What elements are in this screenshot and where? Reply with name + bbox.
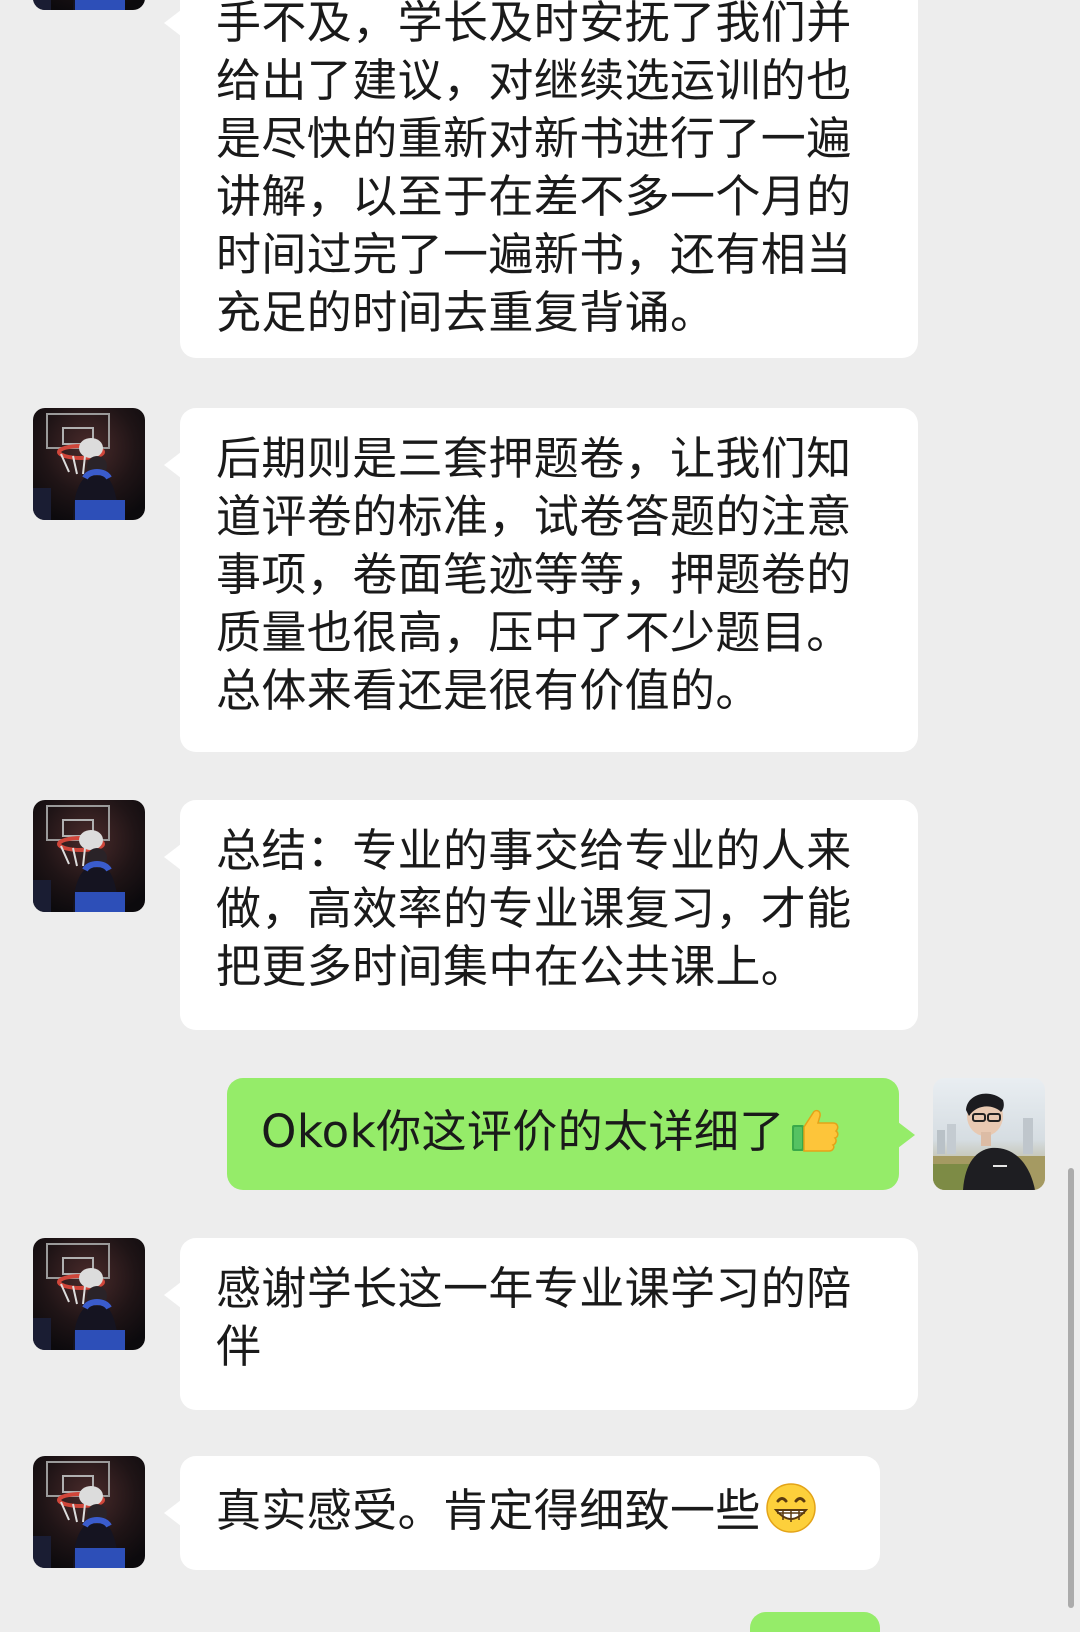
message-text-line: 讲解，以至于在差不多一个月的 (216, 170, 852, 223)
contact-avatar[interactable] (33, 408, 145, 520)
message-text-line: 总体来看还是很有价值的。 (216, 664, 761, 717)
message-text-line: 给出了建议，对继续选运训的也 (216, 54, 852, 107)
basketball-dunk-avatar-icon (33, 0, 145, 10)
message-text-line: 伴 (216, 1320, 262, 1373)
contact-avatar[interactable] (33, 800, 145, 912)
message-text-line: 做，高效率的专业课复习，才能 (216, 882, 852, 935)
message-text-line: 把更多时间集中在公共课上。 (216, 940, 807, 993)
message-text-line: 充足的时间去重复背诵。 (216, 286, 716, 339)
message-bubble-outgoing[interactable]: Okok你这评价的太详细了 (227, 1078, 915, 1190)
message-text-line: 道评卷的标准，试卷答题的注意 (216, 490, 852, 543)
self-avatar[interactable] (933, 1078, 1045, 1190)
message-text-line: 是尽快的重新对新书进行了一遍 (216, 112, 852, 165)
scrollbar[interactable] (1068, 1168, 1074, 1608)
basketball-dunk-avatar-icon (33, 1238, 145, 1350)
message-text-line: 感谢学长这一年专业课学习的陪 (216, 1262, 852, 1315)
contact-avatar[interactable] (33, 1238, 145, 1350)
person-photo-avatar-icon (933, 1078, 1045, 1190)
message-text: 真实感受。肯定得细致一些 (216, 1484, 761, 1537)
message-bubble-2[interactable]: 后期则是三套押题卷，让我们知 道评卷的标准，试卷答题的注意 事项，卷面笔迹等等，… (164, 408, 918, 752)
contact-avatar[interactable] (33, 0, 145, 10)
message-text-line: 手不及，学长及时安抚了我们并 (216, 0, 852, 49)
message-text-line: 时间过完了一遍新书，还有相当 (216, 228, 852, 281)
next-message-bubble-edge (750, 1612, 880, 1632)
basketball-dunk-avatar-icon (33, 800, 145, 912)
message-text: Okok你这评价的太详细了 (261, 1105, 785, 1158)
message-text-line: 真实感受。肯定得细致一些 (216, 1482, 846, 1540)
contact-avatar[interactable] (33, 1456, 145, 1568)
message-text-line: 总结：专业的事交给专业的人来 (216, 824, 852, 877)
message-bubble-6[interactable]: 真实感受。肯定得细致一些 (164, 1456, 880, 1570)
basketball-dunk-avatar-icon (33, 408, 145, 520)
message-text-line: 质量也很高，压中了不少题目。 (216, 606, 852, 659)
grinning-face-icon (765, 1482, 817, 1534)
message-bubble-3[interactable]: 总结：专业的事交给专业的人来 做，高效率的专业课复习，才能 把更多时间集中在公共… (164, 800, 918, 1030)
message-text-line: Okok你这评价的太详细了 (261, 1103, 869, 1161)
message-bubble-5[interactable]: 感谢学长这一年专业课学习的陪 伴 (164, 1238, 918, 1410)
message-text-line: 事项，卷面笔迹等等，押题卷的 (216, 548, 852, 601)
message-text-line: 后期则是三套押题卷，让我们知 (216, 432, 852, 485)
message-bubble-1[interactable]: 手不及，学长及时安抚了我们并 给出了建议，对继续选运训的也 是尽快的重新对新书进… (164, 0, 918, 358)
basketball-dunk-avatar-icon (33, 1456, 145, 1568)
thumbs-up-icon (789, 1103, 841, 1155)
